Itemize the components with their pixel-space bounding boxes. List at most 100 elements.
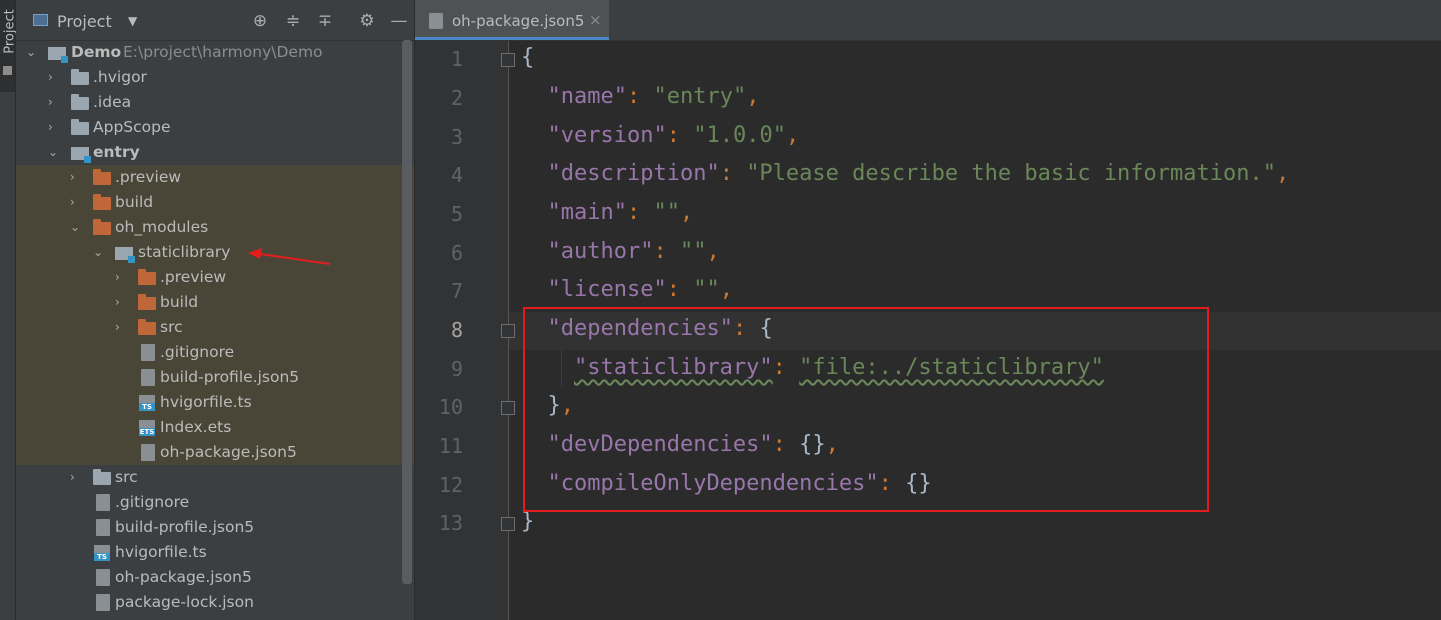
line-number: 12: [438, 473, 463, 497]
chevron-right-icon[interactable]: ›: [70, 470, 82, 484]
annotation-arrow: [248, 248, 331, 265]
json-icon: [141, 369, 155, 386]
json-key: "version": [547, 123, 667, 148]
json-key: "main": [547, 200, 627, 225]
folder-icon: [138, 269, 156, 285]
ts-icon: TS: [139, 395, 155, 411]
chevron-right-icon[interactable]: ›: [115, 320, 127, 334]
brace: }: [521, 509, 535, 534]
json-key: "author": [547, 239, 654, 264]
tree-item-src[interactable]: › src: [16, 465, 414, 490]
code-line-1: {: [521, 45, 534, 70]
line-number: 3: [450, 125, 463, 149]
tree-item-oh-modules[interactable]: ⌄ oh_modules: [16, 215, 414, 240]
tab-oh-package[interactable]: oh-package.json5 ×: [415, 0, 609, 40]
fold-toggle-icon[interactable]: [501, 53, 515, 67]
expand-all-icon[interactable]: ≑: [282, 10, 304, 32]
project-tool-tab[interactable]: Project: [0, 0, 18, 92]
fold-toggle-icon[interactable]: [501, 517, 515, 531]
close-icon[interactable]: ×: [589, 11, 602, 29]
ts-icon: TS: [94, 545, 110, 561]
json-icon: [96, 519, 110, 536]
chevron-right-icon[interactable]: ›: [48, 95, 60, 109]
locate-icon[interactable]: ⊕: [249, 10, 271, 32]
chevron-right-icon[interactable]: ›: [115, 295, 127, 309]
json-icon: [141, 444, 155, 461]
tree-item-build[interactable]: › build: [16, 290, 414, 315]
chevron-right-icon[interactable]: ›: [70, 195, 82, 209]
tree-item-label: AppScope: [93, 118, 171, 136]
chevron-down-icon[interactable]: ⌄: [70, 220, 82, 234]
chevron-down-icon[interactable]: ▼: [128, 14, 137, 28]
tree-item-gitignore[interactable]: .gitignore: [16, 340, 414, 365]
code-line-7: "license": "",: [521, 277, 733, 302]
code-line-2: "name": "entry",: [521, 84, 760, 109]
chevron-right-icon[interactable]: ›: [48, 70, 60, 84]
tree-item-label: oh-package.json5: [115, 568, 252, 586]
line-number: 5: [450, 202, 463, 226]
tree-item-oh-package[interactable]: oh-package.json5: [16, 565, 414, 590]
tree-item-build-profile[interactable]: build-profile.json5: [16, 515, 414, 540]
folder-icon: [71, 119, 89, 135]
json-key: "name": [547, 84, 627, 109]
fold-toggle-icon[interactable]: [501, 324, 515, 338]
tree-item-demo[interactable]: ⌄ Demo E:\project\harmony\Demo: [16, 40, 414, 65]
fold-toggle-icon[interactable]: [501, 401, 515, 415]
tree-item-label: hvigorfile.ts: [160, 393, 252, 411]
tree-item-gitignore[interactable]: .gitignore: [16, 490, 414, 515]
minimize-icon[interactable]: —: [388, 10, 410, 32]
tree-item-label: Demo: [71, 43, 122, 61]
folder-icon: [93, 469, 111, 485]
json-string: "Please describe the basic information.": [746, 161, 1276, 186]
tree-item-package-lock[interactable]: package-lock.json: [16, 590, 414, 615]
tree-scrollbar[interactable]: [402, 40, 412, 584]
code-line-5: "main": "",: [521, 200, 694, 225]
chevron-down-icon[interactable]: ⌄: [93, 245, 105, 259]
tree-item-appscope[interactable]: › AppScope: [16, 115, 414, 140]
tab-label: oh-package.json5: [452, 12, 585, 30]
chevron-down-icon[interactable]: ⌄: [26, 45, 38, 59]
folder-icon: [93, 169, 111, 185]
project-panel-title[interactable]: Project: [57, 12, 112, 31]
tree-item-preview[interactable]: › .preview: [16, 265, 414, 290]
tree-item-hvigor[interactable]: › .hvigor: [16, 65, 414, 90]
tree-item-build-profile[interactable]: build-profile.json5: [16, 365, 414, 390]
chevron-right-icon[interactable]: ›: [70, 170, 82, 184]
tree-item-hvigorfile[interactable]: TS hvigorfile.ts: [16, 390, 414, 415]
tree-item-index[interactable]: ETS Index.ets: [16, 415, 414, 440]
tree-item-label: hvigorfile.ts: [115, 543, 207, 561]
collapse-all-icon[interactable]: ∓: [314, 10, 336, 32]
tree-item-preview[interactable]: › .preview: [16, 165, 414, 190]
gear-icon[interactable]: ⚙: [356, 10, 378, 32]
tree-item-label: .preview: [160, 268, 227, 286]
tree-item-src[interactable]: › src: [16, 315, 414, 340]
colon: :: [666, 277, 694, 302]
tree-item-build[interactable]: › build: [16, 190, 414, 215]
comma: ,: [706, 239, 720, 264]
ets-icon: ETS: [139, 420, 155, 436]
json-key: "description": [547, 161, 720, 186]
tree-item-label: .hvigor: [93, 68, 147, 86]
brace: {: [521, 45, 535, 70]
line-number: 11: [438, 434, 463, 458]
line-number: 2: [450, 86, 463, 110]
colon: :: [626, 84, 654, 109]
chevron-right-icon[interactable]: ›: [48, 120, 60, 134]
chevron-down-icon[interactable]: ⌄: [48, 145, 60, 159]
json-key: "license": [547, 277, 667, 302]
chevron-right-icon[interactable]: ›: [115, 270, 127, 284]
tree-item-label: build: [115, 193, 154, 211]
tree-item-hvigorfile[interactable]: TS hvigorfile.ts: [16, 540, 414, 565]
tree-item-idea[interactable]: › .idea: [16, 90, 414, 115]
comma: ,: [679, 200, 694, 225]
module-icon: [115, 247, 135, 263]
tree-item-oh-package[interactable]: oh-package.json5: [16, 440, 414, 465]
tree-item-label: oh-package.json5: [160, 443, 297, 461]
tree-item-staticlibrary[interactable]: ⌄ staticlibrary: [16, 240, 414, 265]
folder-icon: [138, 294, 156, 310]
tree-item-path: E:\project\harmony\Demo: [123, 43, 323, 61]
project-icon: [33, 14, 48, 26]
folder-icon: [138, 319, 156, 335]
folder-icon: [3, 66, 12, 75]
tree-item-entry[interactable]: ⌄ entry: [16, 140, 414, 165]
